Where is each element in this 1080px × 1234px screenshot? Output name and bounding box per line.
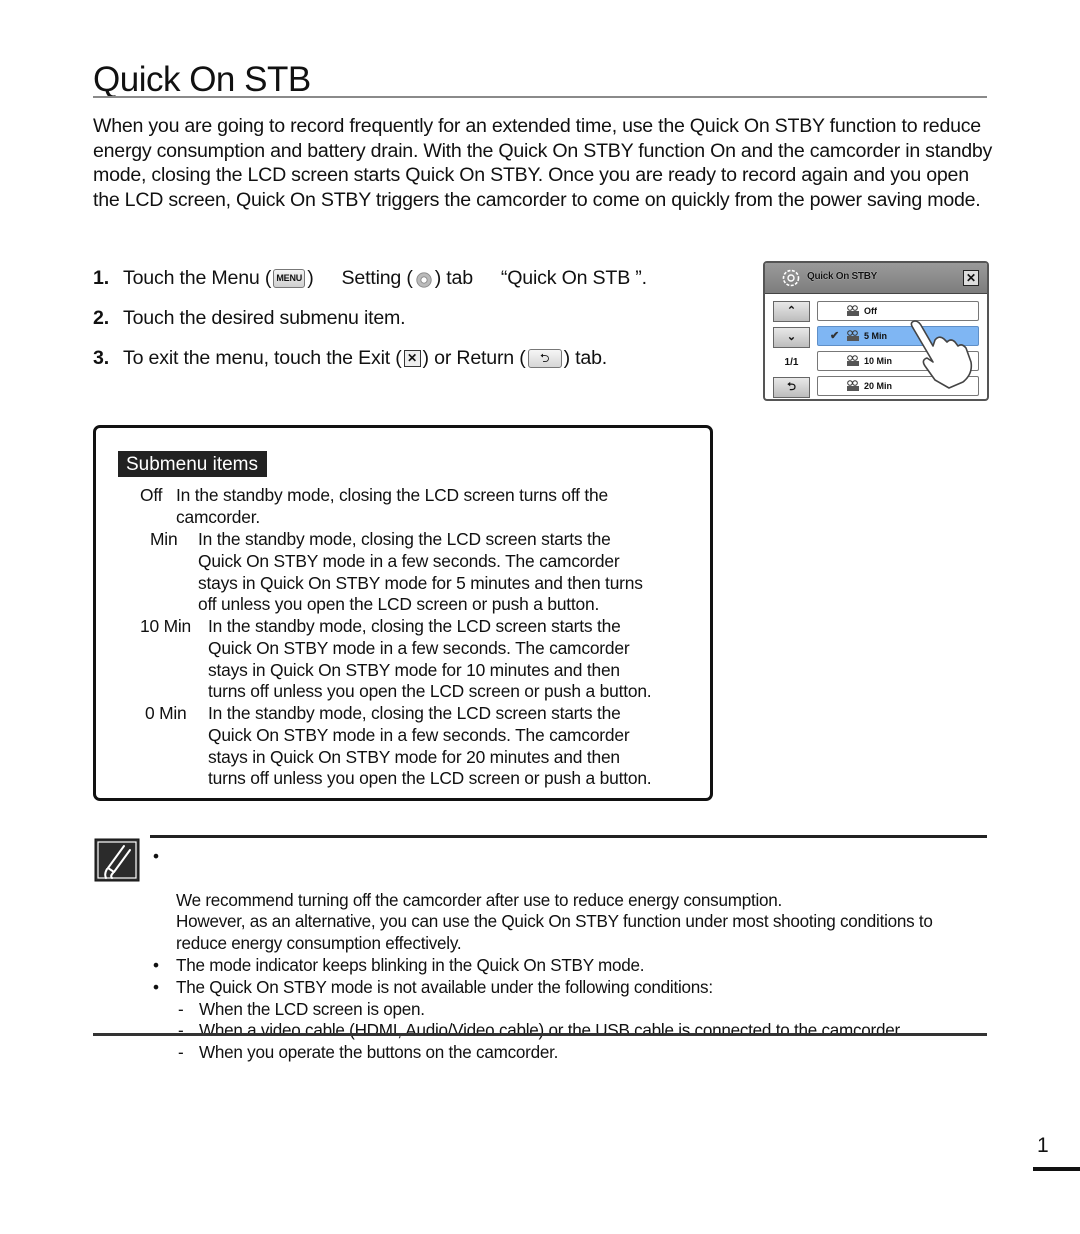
step-number: 1. [93,267,109,289]
lcd-header: Quick On STBY ✕ [765,263,987,294]
settings-gear-icon [415,269,433,288]
page-number: 1 [1037,1134,1049,1157]
return-button[interactable]: ⮌ [773,377,810,398]
camcorder-icon [847,305,859,316]
step-number: 2. [93,307,109,329]
note-text: The Quick On STBY mode is not available … [176,977,713,997]
step-text: Touch the desired submenu item. [123,307,406,329]
note-pencil-icon [94,838,140,882]
condition-text: When a video cable (HDMI, Audio/Video ca… [199,1021,904,1041]
dash: - [178,1043,184,1063]
step-text: Touch the Menu ( [123,267,272,289]
condition-item: - When a video cable (HDMI, Audio/Video … [153,1020,1003,1042]
step-text: ) [307,267,314,289]
step-text: ) tab [434,267,473,289]
dash: - [178,999,184,1019]
bullet: • [153,977,159,997]
bullet: • [153,955,159,975]
condition-text: When you operate the buttons on the camc… [199,1043,559,1063]
camcorder-icon [847,355,859,366]
camcorder-icon [847,380,859,391]
scroll-up-button[interactable]: ⌃ [773,301,810,322]
page-number-rule [1033,1167,1080,1171]
step-text: “Quick On STB ”. [500,267,647,289]
option-label: 20 Min [864,381,893,391]
submenu-term: 0 Min [145,703,187,723]
pointing-hand-icon [910,320,973,389]
step-number: 3. [93,347,109,369]
steps-list: 1. Touch the Menu ( MENU ) Setting ( ) t… [93,258,733,378]
condition-item: - When the LCD screen is open. [153,999,1003,1021]
page-indicator: 1/1 [784,357,799,368]
step-text: ) or Return ( [422,347,526,369]
dash: - [178,1021,184,1041]
lcd-menu-illustration: Quick On STBY ✕ ⌃ ⌄ 1/1 ⮌ Off ✔ 5 Min 10… [763,261,989,401]
note-item: • We recommend turning off the camcorder… [153,846,946,955]
step-1: 1. Touch the Menu ( MENU ) Setting ( ) t… [93,258,733,298]
submenu-description: In the standby mode, closing the LCD scr… [176,485,608,527]
condition-text: When the LCD screen is open. [199,999,425,1019]
note-text: The mode indicator keeps blinking in the… [176,955,645,975]
return-icon: ⮌ [527,348,562,368]
checkmark-icon: ✔ [830,330,840,342]
submenu-description: In the standby mode, closing the LCD scr… [208,703,652,789]
condition-item: - When you operate the buttons on the ca… [153,1042,1003,1064]
note-item: • The Quick On STBY mode is not availabl… [153,977,1003,999]
submenu-items-box: Submenu items Off In the standby mode, c… [93,425,713,801]
step-2: 2. Touch the desired submenu item. [93,298,733,338]
lcd-side-controls: ⌃ ⌄ 1/1 ⮌ [773,301,810,399]
notes-top-divider [150,835,987,838]
notes-bottom-divider [93,1033,987,1036]
submenu-term: Min [150,529,178,549]
submenu-heading: Submenu items [118,451,268,477]
option-label: Off [864,306,877,316]
scroll-down-button[interactable]: ⌄ [773,327,810,348]
gear-icon [782,269,800,287]
option-label: 5 Min [864,331,888,341]
step-text: To exit the menu, touch the Exit ( [123,347,402,369]
intro-paragraph: When you are going to record frequently … [93,115,993,211]
exit-icon: ✕ [403,349,421,367]
close-icon[interactable]: ✕ [963,270,979,286]
step-text: Setting ( [341,267,413,289]
camcorder-icon [847,330,859,341]
menu-icon: MENU [273,268,306,288]
option-label: 10 Min [864,356,893,366]
notes-list: • We recommend turning off the camcorder… [153,846,1003,1064]
submenu-description: In the standby mode, closing the LCD scr… [198,529,643,615]
bullet: • [153,847,159,866]
step-text: ) tab. [563,347,608,369]
submenu-term: 10 Min [140,616,191,636]
note-text: We recommend turning off the camcorder a… [176,890,933,954]
note-item: • The mode indicator keeps blinking in t… [153,955,1003,977]
submenu-term: Off [140,485,163,505]
step-3: 3. To exit the menu, touch the Exit ( ✕ … [93,338,733,378]
submenu-description: In the standby mode, closing the LCD scr… [208,616,652,702]
lcd-title: Quick On STBY [807,271,878,282]
title-divider [93,96,987,98]
